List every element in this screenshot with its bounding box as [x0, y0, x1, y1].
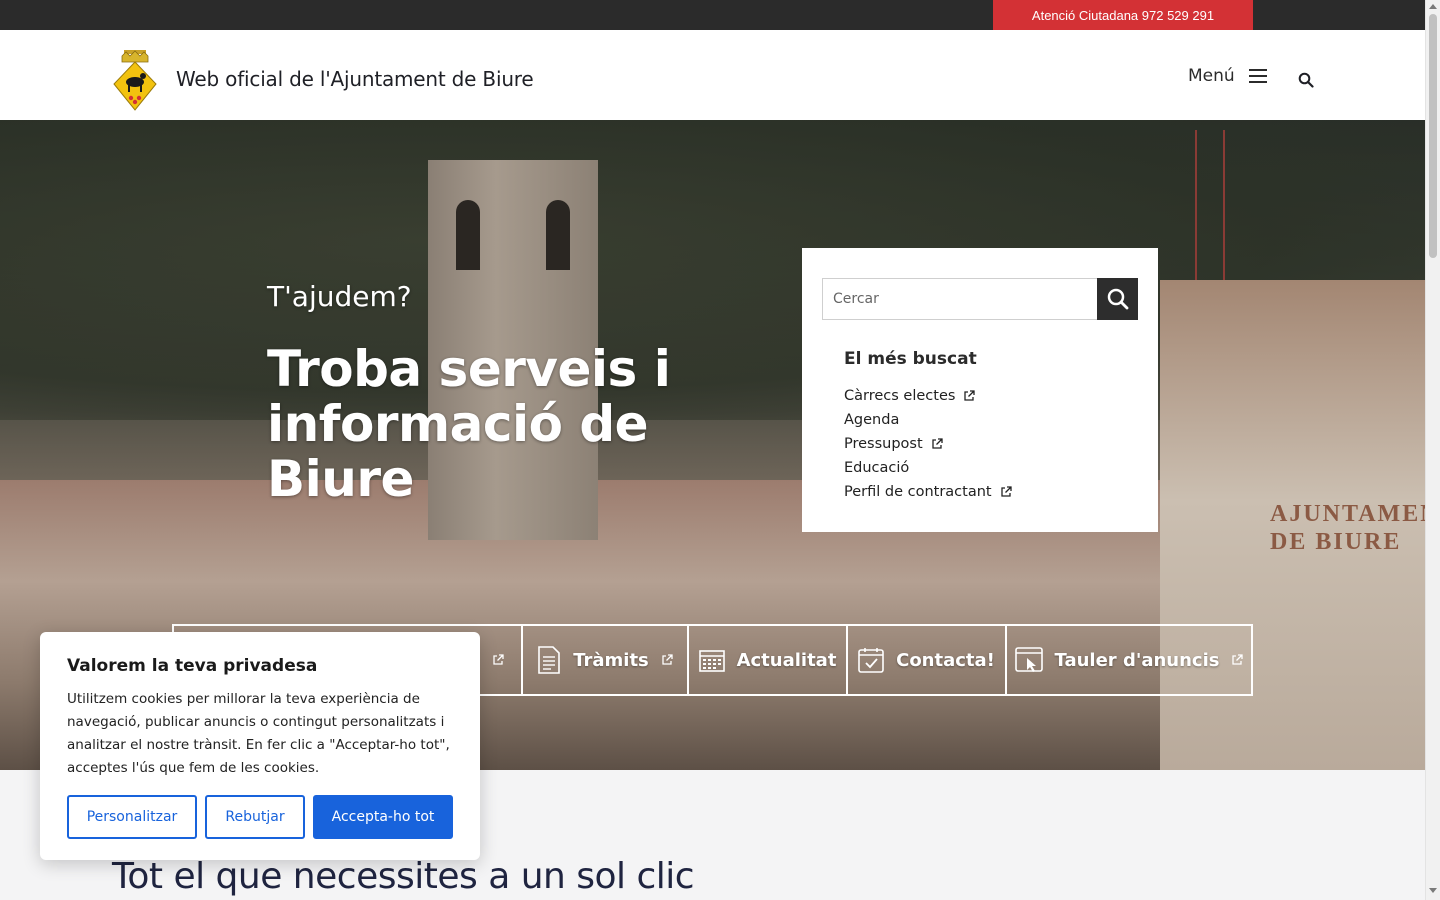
list-item: Educació [844, 456, 1012, 480]
search-card: El més buscat Càrrecs electes Agenda Pre… [802, 248, 1158, 532]
popular-link-educacio[interactable]: Educació [844, 460, 909, 476]
calendar-icon [698, 650, 725, 672]
external-link-icon [662, 654, 673, 665]
site-title[interactable]: Web oficial de l'Ajuntament de Biure [176, 67, 534, 91]
search-icon[interactable] [1298, 72, 1314, 88]
search-icon [1107, 288, 1128, 310]
townhall-sign: AJUNTAMENT DE BIURE [1270, 501, 1425, 555]
section-title: Tot el que necessites a un sol clic [112, 856, 695, 897]
search-input[interactable] [822, 278, 1097, 320]
scroll-down-icon[interactable] [1429, 888, 1437, 893]
external-link-icon [1000, 486, 1012, 497]
quick-link-actualitat[interactable]: Actualitat [689, 626, 848, 694]
list-item: Perfil de contractant [844, 480, 1012, 504]
scroll-thumb[interactable] [1429, 14, 1437, 258]
quick-link-contacta[interactable]: Contacta! [848, 626, 1007, 694]
hero-townhall-building: AJUNTAMENT DE BIURE [1160, 280, 1425, 770]
external-link-icon [492, 654, 504, 665]
popular-links-list: Càrrecs electes Agenda Pressupost Educac… [844, 384, 1012, 504]
hamburger-icon [1248, 69, 1267, 83]
atencio-ciutadana-link[interactable]: Atenció Ciutadana 972 529 291 [993, 0, 1253, 30]
list-item: Càrrecs electes [844, 384, 1012, 408]
reject-button[interactable]: Rebutjar [205, 795, 305, 839]
popular-link-agenda[interactable]: Agenda [844, 412, 899, 428]
coat-of-arms-icon[interactable] [110, 48, 160, 112]
external-link-icon [964, 390, 976, 401]
popular-title: El més buscat [844, 349, 977, 369]
external-link-icon [932, 438, 943, 449]
hero-subheading: T'ajudem? [267, 280, 412, 313]
quick-link-tauler-anuncis[interactable]: Tauler d'anuncis [1007, 626, 1251, 694]
customize-button[interactable]: Personalitzar [67, 795, 197, 839]
popular-link-perfil-contractant[interactable]: Perfil de contractant [844, 484, 992, 500]
search-submit-button[interactable] [1097, 278, 1138, 320]
popular-link-pressupost[interactable]: Pressupost [844, 436, 923, 452]
quick-link-label: Contacta! [896, 649, 995, 671]
popular-link-carrecs-electes[interactable]: Càrrecs electes [844, 388, 955, 404]
accept-all-button[interactable]: Accepta-ho tot [313, 795, 453, 839]
calendar-check-icon [858, 648, 884, 673]
site-header: Web oficial de l'Ajuntament de Biure Men… [0, 30, 1425, 120]
quick-link-label: Tauler d'anuncis [1054, 649, 1220, 671]
browser-click-icon [1014, 647, 1043, 672]
quick-link-tramits[interactable]: Tràmits [523, 626, 689, 694]
cookie-title: Valorem la teva privadesa [67, 656, 318, 676]
scroll-up-icon[interactable] [1429, 4, 1437, 9]
top-bar: Atenció Ciutadana 972 529 291 [0, 0, 1425, 30]
cookie-text: Utilitzem cookies per millorar la teva e… [67, 691, 450, 776]
document-icon [538, 646, 561, 674]
list-item: Agenda [844, 408, 1012, 432]
external-link-icon [1232, 654, 1244, 665]
quick-link-label: Tràmits [573, 649, 649, 671]
list-item: Pressupost [844, 432, 1012, 456]
hero-heading: Troba serveis i informació de Biure [267, 340, 671, 508]
menu-label: Menú [1188, 66, 1235, 86]
page-scrollbar[interactable] [1425, 0, 1440, 900]
quick-link-label: Actualitat [736, 649, 837, 671]
menu-button[interactable]: Menú [1188, 66, 1267, 86]
cookie-consent-dialog: Valorem la teva privadesa Utilitzem cook… [40, 632, 480, 860]
